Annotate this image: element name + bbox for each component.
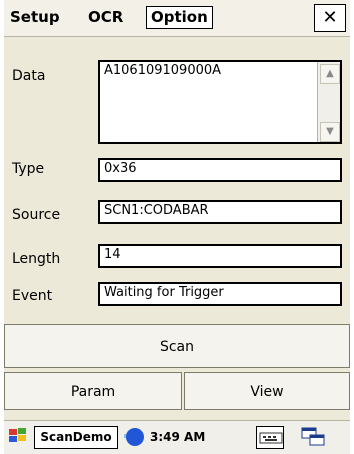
close-button[interactable]: ✕ bbox=[314, 4, 346, 32]
menu-setup[interactable]: Setup bbox=[10, 8, 60, 26]
taskbar: ScanDemo 3:49 AM bbox=[4, 420, 350, 454]
clock: 3:49 AM bbox=[150, 430, 206, 444]
event-label: Event bbox=[12, 288, 53, 304]
source-label: Source bbox=[12, 207, 61, 223]
scan-button[interactable]: Scan bbox=[4, 324, 350, 368]
data-label: Data bbox=[12, 68, 46, 84]
taskbar-app-scandemo[interactable]: ScanDemo bbox=[34, 426, 118, 449]
start-icon[interactable] bbox=[8, 426, 28, 449]
type-label: Type bbox=[12, 161, 45, 177]
event-value: Waiting for Trigger bbox=[104, 285, 224, 300]
type-value: 0x36 bbox=[104, 161, 137, 176]
data-scrollbar[interactable]: ▲ ▼ bbox=[317, 62, 340, 142]
menu-ocr[interactable]: OCR bbox=[88, 8, 123, 26]
close-icon: ✕ bbox=[322, 7, 338, 28]
source-value: SCN1:CODABAR bbox=[104, 203, 209, 218]
length-value: 14 bbox=[104, 247, 121, 262]
length-label: Length bbox=[12, 251, 61, 267]
scroll-down-icon[interactable]: ▼ bbox=[320, 122, 340, 142]
menu-bar: Setup OCR Option ✕ bbox=[4, 0, 350, 37]
data-value: A106109109000A bbox=[104, 63, 222, 78]
param-button[interactable]: Param bbox=[4, 372, 182, 410]
menu-option[interactable]: Option bbox=[146, 6, 213, 29]
source-field[interactable]: SCN1:CODABAR bbox=[98, 200, 342, 224]
view-button[interactable]: View bbox=[184, 372, 350, 410]
event-field[interactable]: Waiting for Trigger bbox=[98, 282, 342, 306]
app-window: Setup OCR Option ✕ Data A106109109000A ▲… bbox=[4, 0, 350, 454]
bluetooth-icon[interactable] bbox=[126, 428, 144, 446]
data-textarea[interactable]: A106109109000A ▲ ▼ bbox=[98, 60, 342, 144]
windows-icon[interactable] bbox=[300, 426, 326, 449]
keyboard-icon[interactable] bbox=[256, 426, 284, 449]
type-field[interactable]: 0x36 bbox=[98, 158, 342, 182]
length-field[interactable]: 14 bbox=[98, 244, 342, 268]
scroll-up-icon[interactable]: ▲ bbox=[320, 64, 340, 84]
device-screen: Setup OCR Option ✕ Data A106109109000A ▲… bbox=[0, 0, 354, 454]
